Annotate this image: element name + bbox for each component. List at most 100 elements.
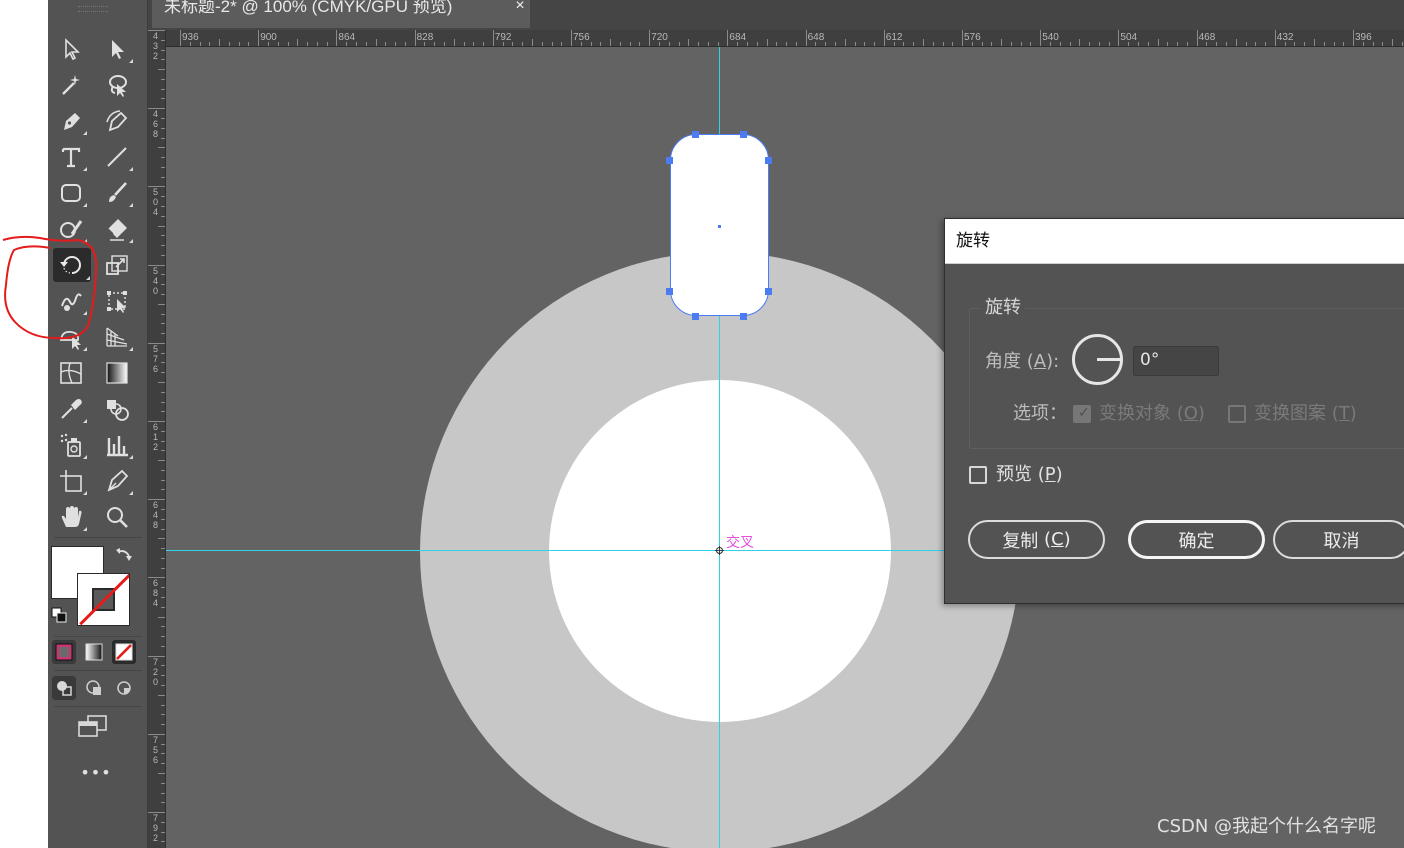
anchor-point[interactable] — [740, 131, 747, 138]
ruler-tick — [161, 59, 165, 61]
ruler-tick — [962, 30, 963, 46]
slice-tool[interactable] — [100, 465, 134, 497]
artboard-tool[interactable] — [54, 465, 88, 497]
ruler-tick — [161, 821, 165, 823]
transform-objects-checkbox[interactable]: ✓ — [1073, 405, 1091, 423]
selection-tool[interactable] — [54, 33, 88, 65]
rotate-group-label: 旋转 — [981, 297, 1025, 319]
ruler-tick — [1108, 42, 1110, 46]
eyedropper-tool[interactable] — [54, 393, 88, 425]
ruler-tick — [698, 42, 700, 46]
hand-tool[interactable] — [54, 501, 88, 533]
ruler-tick — [161, 166, 165, 168]
ruler-label-digit: 7 — [152, 353, 158, 364]
mesh-tool[interactable] — [54, 357, 88, 389]
anchor-point[interactable] — [765, 157, 772, 164]
magic-wand-tool[interactable] — [54, 69, 88, 101]
ruler-label-digit: 2 — [152, 442, 158, 452]
zoom-icon — [107, 507, 128, 528]
swap-fill-stroke-button[interactable] — [114, 545, 134, 565]
ruler-label-digit: 4 — [152, 510, 158, 521]
draw-inside-button[interactable] — [112, 676, 136, 700]
perspective-grid-tool[interactable] — [100, 321, 134, 353]
pen-tool[interactable] — [54, 105, 88, 137]
eraser-tool[interactable] — [100, 213, 134, 245]
none-mode-button[interactable] — [112, 640, 136, 664]
close-tab-icon[interactable]: × — [512, 0, 528, 14]
ruler-tick — [161, 284, 165, 286]
rotate-tool[interactable] — [53, 248, 91, 282]
anchor-point[interactable] — [666, 288, 673, 295]
vertical-ruler[interactable]: 432468504540576612648684720756792 — [148, 30, 166, 848]
symbol-sprayer-tool[interactable] — [54, 429, 88, 461]
anchor-point[interactable] — [666, 157, 673, 164]
document-tab[interactable]: 未标题-2* @ 100% (CMYK/GPU 预览) × — [152, 0, 530, 28]
scale-icon — [106, 255, 128, 275]
column-graph-icon — [107, 436, 128, 457]
ruler-label-digit: 9 — [152, 823, 158, 833]
column-graph-tool[interactable] — [100, 429, 134, 461]
anchor-point[interactable] — [692, 131, 699, 138]
curvature-tool[interactable] — [100, 105, 134, 137]
angle-dial-control[interactable] — [1072, 334, 1123, 385]
warp-tool[interactable] — [54, 285, 88, 317]
ruler-tick — [1040, 30, 1042, 46]
ruler-tick — [551, 42, 553, 46]
transform-patterns-checkbox[interactable] — [1228, 405, 1246, 423]
dialog-title-bar[interactable]: 旋转 — [945, 219, 1404, 264]
direct-selection-tool[interactable] — [100, 33, 134, 65]
ruler-tick — [795, 42, 797, 46]
horizontal-ruler[interactable]: 936 900 864 828 792 756 720 684 648 612 576 540 504 4… — [166, 30, 1404, 47]
draw-normal-button[interactable] — [52, 676, 76, 700]
anchor-point[interactable] — [740, 313, 747, 320]
cancel-button[interactable]: 取消 — [1273, 520, 1404, 559]
anchor-point[interactable] — [765, 288, 772, 295]
ruler-label-digit: 4 — [152, 275, 158, 286]
ok-button[interactable]: 确定 — [1128, 520, 1265, 559]
rectangle-tool[interactable] — [54, 177, 88, 209]
draw-behind-button[interactable] — [82, 676, 106, 700]
lasso-tool[interactable] — [100, 69, 134, 101]
line-segment-tool[interactable] — [100, 141, 134, 173]
ruler-tick — [161, 137, 165, 139]
copy-button[interactable]: 复制 (C) — [968, 520, 1105, 559]
gradient-mode-button[interactable] — [82, 640, 106, 664]
ruler-tick — [158, 460, 165, 462]
ruler-label-digit: 1 — [152, 432, 158, 442]
ruler-label: 792 — [494, 32, 512, 43]
ruler-label-digit: 0 — [152, 197, 158, 208]
anchor-point[interactable] — [692, 313, 699, 320]
angle-input[interactable]: 0° — [1133, 346, 1219, 376]
ruler-tick — [161, 440, 165, 442]
change-screen-mode-button[interactable] — [76, 713, 110, 741]
none-icon — [115, 643, 133, 661]
rotation-origin-icon[interactable] — [715, 546, 724, 555]
ruler-tick — [158, 225, 165, 227]
stroke-color-swatch[interactable] — [77, 573, 130, 626]
ruler-label-digit: 5 — [152, 343, 158, 354]
shape-builder-tool[interactable] — [54, 321, 88, 353]
gradient-tool[interactable] — [100, 357, 134, 389]
panel-grip[interactable] — [78, 6, 108, 12]
zoom-tool[interactable] — [100, 501, 134, 533]
scale-tool[interactable] — [100, 249, 134, 281]
ruler-tick — [375, 39, 377, 46]
ruler-tick — [161, 88, 165, 90]
ruler-tick — [746, 42, 748, 46]
blend-tool[interactable] — [100, 393, 134, 425]
free-transform-tool[interactable] — [100, 285, 134, 317]
shaper-tool[interactable] — [54, 213, 88, 245]
ruler-tick — [161, 411, 165, 413]
ruler-tick — [903, 42, 905, 46]
ruler-tick — [414, 30, 416, 46]
type-tool[interactable] — [54, 141, 88, 173]
preview-checkbox[interactable] — [969, 466, 987, 484]
default-fill-stroke-button[interactable] — [51, 607, 67, 623]
ruler-tick — [1177, 42, 1179, 46]
edit-toolbar-button[interactable]: ••• — [76, 762, 116, 784]
paintbrush-tool[interactable] — [100, 177, 134, 209]
ruler-tick — [571, 30, 572, 46]
ruler-tick — [158, 538, 165, 540]
ruler-tick — [161, 274, 165, 276]
color-mode-button[interactable] — [52, 640, 76, 664]
